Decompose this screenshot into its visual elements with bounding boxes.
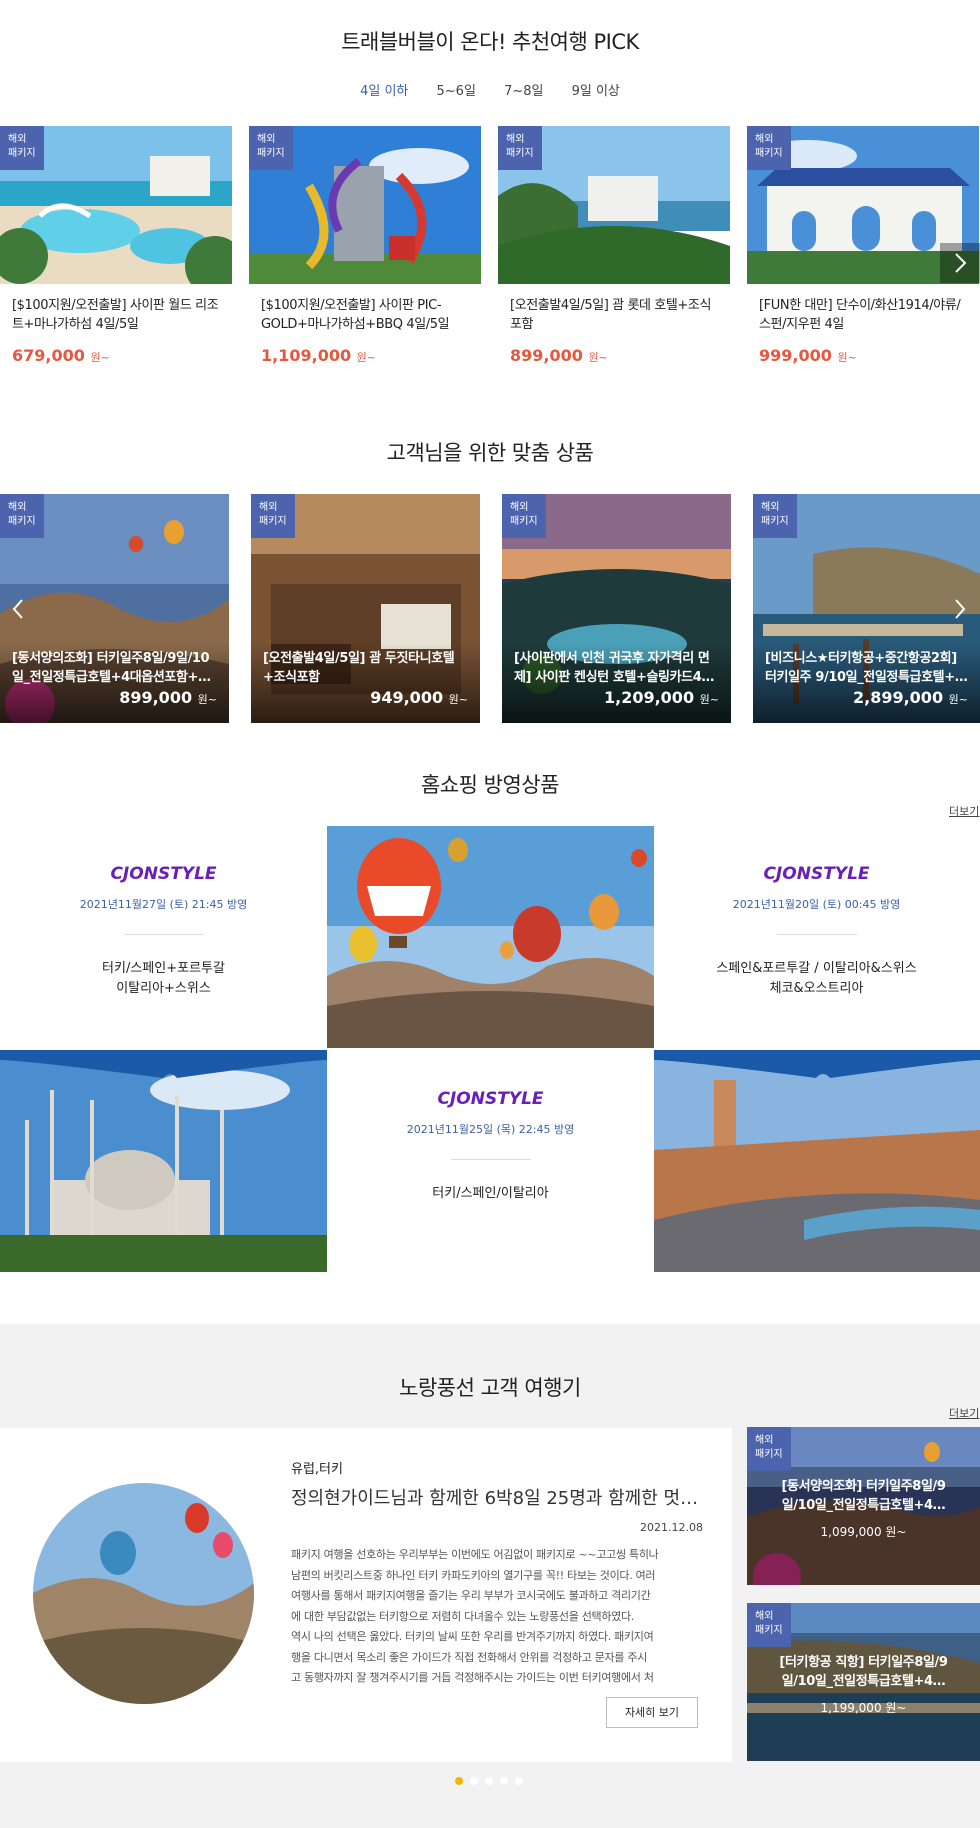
product-title: [동서양의조화] 터키일주8일/9 [781,1479,946,1494]
side-product-card[interactable]: 해외 패키지 [터키항공 직항] 터키일주8일/9 일/10일_전일정특급호텔+4… [747,1603,980,1761]
chevron-left-icon [12,599,23,619]
product-title: 일_전일정특급호텔+4대옵션포함+… [12,670,211,685]
seville-image [654,1050,980,1272]
pick-next-button[interactable] [940,243,980,283]
page-dot[interactable] [455,1777,463,1785]
homeshop-item[interactable]: CJONSTYLE 2021년11월25일 (목) 22:45 방영 터키/스페… [327,1089,654,1204]
homeshop-section-title: 홈쇼핑 방영상품 [421,773,559,797]
homeshop-desc: 스페인&포르투갈 / 이탈리아&스위스 체코&오스트리아 [716,961,917,996]
product-title: 제] 사이판 켄싱턴 호텔+슬링카드4… [514,670,714,685]
tab-9days[interactable]: 9일 이상 [572,80,620,99]
custom-card[interactable]: 해외 패키지 [오전출발4일/5일] 괌 두짓타니호텔 +조식포함 949,000… [251,494,480,723]
tab-4days[interactable]: 4일 이하 [360,80,408,99]
product-price: 949,000 원~ [370,688,468,707]
pick-card[interactable]: 해외 패키지 [$100지원/오전출발] 사이판 PIC-GOLD+마나가하섬+B… [249,126,481,366]
cj-onstyle-logo: CJONSTYLE [110,864,217,884]
product-price: 1,109,000 원~ [261,346,377,365]
package-badge: 해외 패키지 [502,494,546,538]
custom-card[interactable]: 해외 패키지 [비즈니스★터키항공+중간항공2회] 터키일주 9/10일_전일정특… [753,494,980,723]
tab-5-6days[interactable]: 5~6일 [437,80,476,99]
homeshop-item[interactable]: CJONSTYLE 2021년11월27일 (토) 21:45 방영 터키/스페… [0,864,327,999]
package-badge: 해외 패키지 [747,1603,791,1647]
custom-next-button[interactable] [950,592,970,630]
broadcast-date: 2021년11월25일 (목) 22:45 방영 [406,1123,575,1136]
review-more-link[interactable]: 더보기 [949,1405,979,1421]
product-title: [오전출발4일/5일] 괌 롯데 호텔+조식포함 [510,298,712,332]
page-dot[interactable] [500,1777,508,1785]
review-image [33,1483,254,1704]
product-title: [$100지원/오전출발] 사이판 PIC-GOLD+마나가하섬+BBQ 4일/… [261,298,450,332]
broadcast-date: 2021년11월20일 (토) 00:45 방영 [732,898,901,911]
detail-button[interactable]: 자세히 보기 [606,1697,698,1728]
duration-tabs: 4일 이하 5~6일 7~8일 9일 이상 [0,80,980,99]
custom-card[interactable]: 해외 패키지 [사이판에서 인천 귀국후 자가격리 면 제] 사이판 켄싱턴 호텔… [502,494,731,723]
homeshop-desc: 터키/스페인/이탈리아 [432,1186,549,1201]
package-badge: 해외 패키지 [498,126,542,170]
review-body: 패키지 여행을 선호하는 우리부부는 이번에도 어김없이 패키지로 ~~고고씽 … [291,1548,659,1684]
tab-7-8days[interactable]: 7~8일 [504,80,543,99]
product-title: [$100지원/오전출발] 사이판 월드 리조트+마나가하섬 4일/5일 [12,298,219,332]
cj-onstyle-logo: CJONSTYLE [437,1089,544,1109]
review-date: 2021.12.08 [640,1521,703,1534]
package-badge: 해외 패키지 [249,126,293,170]
page-dot[interactable] [485,1777,493,1785]
package-badge: 해외 패키지 [747,1427,791,1471]
review-section-title: 노랑풍선 고객 여행기 [399,1376,581,1400]
product-title: [비즈니스★터키항공+중간항공2회] [765,651,957,666]
homeshop-item[interactable]: CJONSTYLE 2021년11월20일 (토) 00:45 방영 스페인&포… [653,864,980,999]
custom-card[interactable]: 해외 패키지 [동서양의조화] 터키일주8일/9일/10 일_전일정특급호텔+4대… [0,494,229,723]
custom-section-title: 고객님을 위한 맞춤 상품 [386,441,594,465]
package-badge: 해외 패키지 [0,494,44,538]
product-price: 999,000 원~ [759,346,857,365]
homeshop-desc: 터키/스페인+포르투갈 이탈리아+스위스 [102,961,225,996]
product-title: [동서양의조화] 터키일주8일/9일/10 [12,651,210,666]
side-product-card[interactable]: 해외 패키지 [동서양의조화] 터키일주8일/9 일/10일_전일정특급호텔+4…… [747,1427,980,1585]
product-image: 해외 패키지 [0,126,232,284]
istanbul-image [0,1050,327,1272]
homeshop-more-link[interactable]: 더보기 [949,803,979,819]
product-title: [FUN한 대만] 단수이/화산1914/야류/스펀/지우펀 4일 [759,298,961,332]
product-title: 터키일주 9/10일_전일정특급호텔+4… [765,670,970,685]
pick-card[interactable]: 해외 패키지 [오전출발4일/5일] 괌 롯데 호텔+조식포함 899,000 원… [498,126,730,366]
product-title: 일/10일_전일정특급호텔+4… [781,1674,946,1689]
product-price: 899,000 원~ [510,346,608,365]
product-title: [터키항공 직항] 터키일주8일/9 [779,1655,948,1670]
chevron-right-icon [955,599,966,619]
review-pagination [455,1770,530,1789]
product-title: [사이판에서 인천 귀국후 자가격리 면 [514,651,710,666]
pick-card[interactable]: 해외 패키지 [$100지원/오전출발] 사이판 월드 리조트+마나가하섬 4일/… [0,126,232,366]
package-badge: 해외 패키지 [747,126,791,170]
package-badge: 해외 패키지 [251,494,295,538]
product-price: 2,899,000 원~ [852,688,968,707]
product-title: +조식포함 [263,670,320,685]
product-title: [오전출발4일/5일] 괌 두짓타니호텔 [263,651,455,666]
page-dot[interactable] [515,1777,523,1785]
page-dot[interactable] [470,1777,478,1785]
pick-section-title: 트래블버블이 온다! 추천여행 PICK [341,30,639,54]
product-price: 679,000 원~ [12,346,110,365]
broadcast-date: 2021년11월27일 (토) 21:45 방영 [79,898,248,911]
cappadocia-image [327,826,654,1048]
review-headline[interactable]: 정의현가이드님과 함께한 6박8일 25명과 함께한 멋진… [291,1484,699,1510]
chevron-right-icon [955,253,967,273]
product-price: 1,099,000 원~ [820,1525,907,1539]
cj-onstyle-logo: CJONSTYLE [763,864,870,884]
product-price: 1,199,000 원~ [820,1701,907,1715]
review-card[interactable]: 유럽,터키 정의현가이드님과 함께한 6박8일 25명과 함께한 멋진… 202… [0,1428,732,1762]
product-price: 899,000 원~ [119,688,217,707]
package-badge: 해외 패키지 [0,126,44,170]
product-price: 1,209,000 원~ [603,688,719,707]
package-badge: 해외 패키지 [753,494,797,538]
product-title: 일/10일_전일정특급호텔+4… [781,1498,946,1513]
custom-prev-button[interactable] [8,592,28,630]
product-image: 해외 패키지 [498,126,730,284]
product-image: 해외 패키지 [249,126,481,284]
review-region: 유럽,터키 [291,1462,343,1477]
